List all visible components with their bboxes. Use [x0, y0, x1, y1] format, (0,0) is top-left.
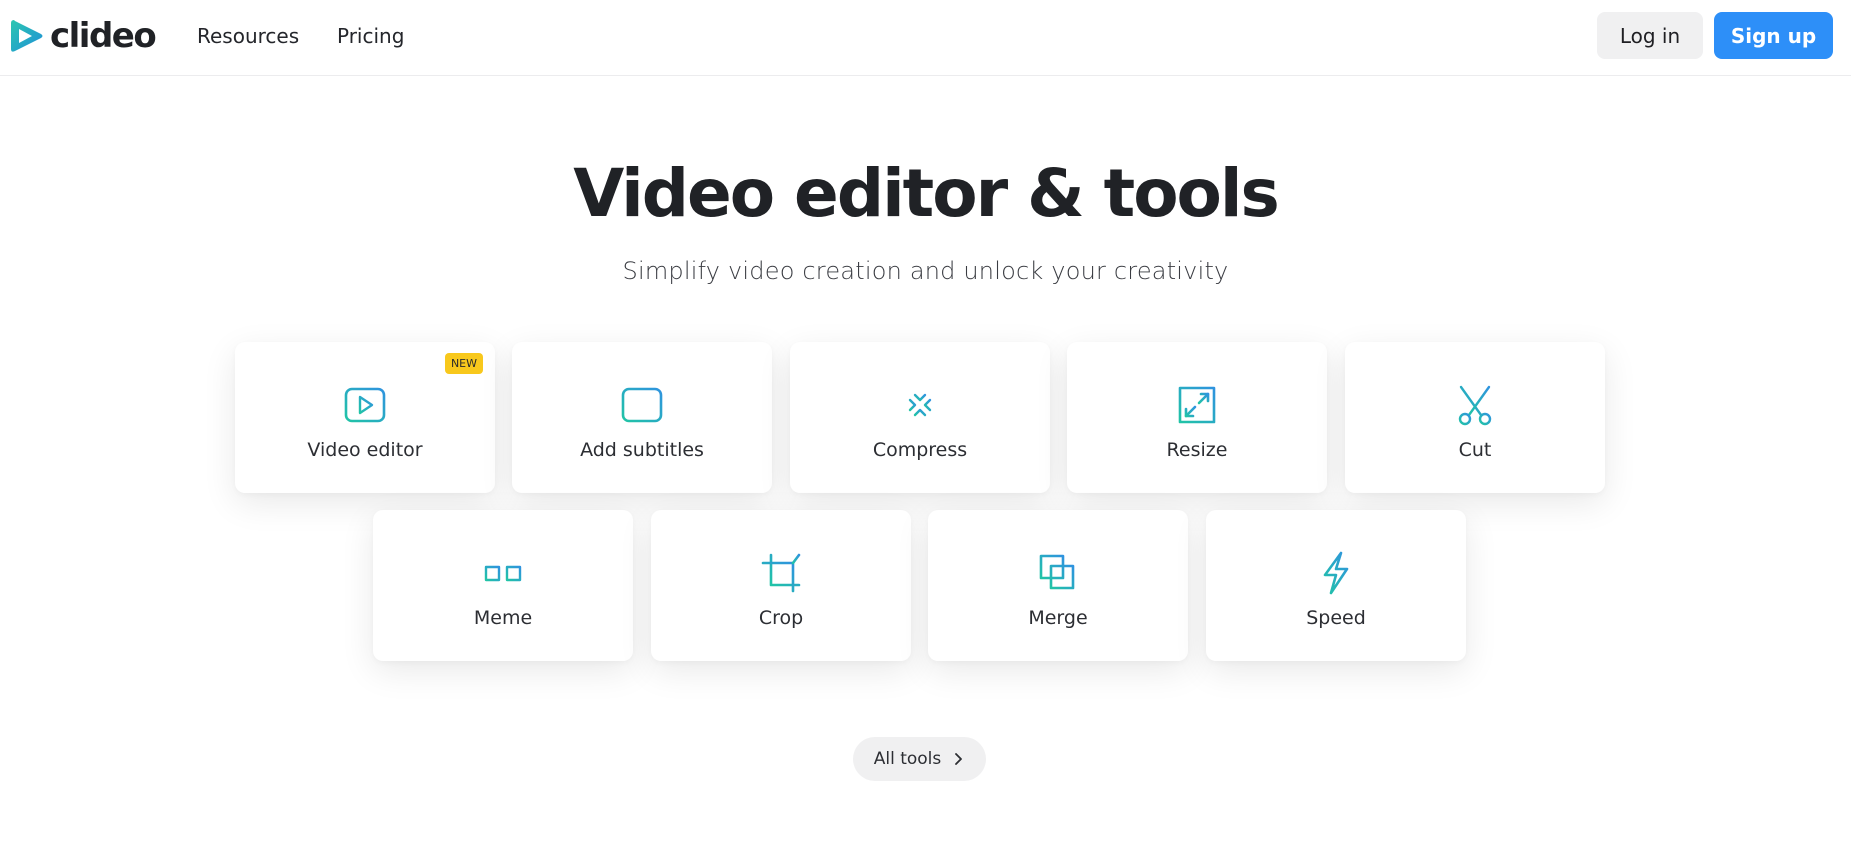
all-tools-button[interactable]: All tools	[853, 737, 986, 781]
play-screen-icon	[344, 387, 386, 423]
tool-label: Merge	[1028, 607, 1088, 629]
tool-label: Meme	[473, 607, 533, 629]
tool-label: Resize	[1166, 439, 1228, 461]
top-navigation-bar: clideo Resources Pricing Log in Sign up	[0, 0, 1851, 76]
tool-card-speed[interactable]: Speed	[1206, 510, 1466, 661]
tool-card-compress[interactable]: Compress	[790, 342, 1050, 493]
page-subtitle: Simplify video creation and unlock your …	[622, 257, 1229, 285]
tool-label: Video editor	[307, 439, 423, 461]
glasses-icon	[480, 565, 526, 582]
tool-label: Cut	[1458, 439, 1492, 461]
lightning-icon	[1323, 551, 1349, 595]
scissors-icon	[1458, 385, 1492, 426]
resize-icon	[1178, 386, 1216, 424]
new-badge: NEW	[444, 353, 483, 374]
tool-card-cut[interactable]: Cut	[1345, 342, 1605, 493]
logo-wordmark: clideo	[50, 16, 157, 56]
login-button[interactable]: Log in	[1597, 12, 1703, 59]
play-logo-icon	[11, 20, 43, 52]
tool-label: Speed	[1306, 607, 1366, 629]
tool-card-video-editor[interactable]: NEW Video editor	[235, 342, 495, 493]
clideo-logo[interactable]: clideo	[8, 16, 157, 56]
crop-icon	[761, 553, 801, 593]
tool-card-resize[interactable]: Resize	[1067, 342, 1327, 493]
tool-label: Crop	[758, 607, 804, 629]
subtitles-icon	[621, 387, 663, 423]
signup-button[interactable]: Sign up	[1714, 12, 1833, 59]
chevron-right-icon	[955, 753, 963, 765]
all-tools-label: All tools	[873, 749, 942, 769]
tool-label: Compress	[872, 439, 968, 461]
tool-card-merge[interactable]: Merge	[928, 510, 1188, 661]
tool-label: Add subtitles	[580, 439, 704, 461]
nav-pricing-link[interactable]: Pricing	[337, 24, 404, 48]
page-title: Video editor & tools	[573, 155, 1280, 232]
merge-squares-icon	[1039, 554, 1075, 590]
tool-card-add-subtitles[interactable]: Add subtitles	[512, 342, 772, 493]
nav-resources-link[interactable]: Resources	[197, 24, 299, 48]
tool-card-meme[interactable]: Meme	[373, 510, 633, 661]
tool-card-crop[interactable]: Crop	[651, 510, 911, 661]
compress-arrows-icon	[898, 383, 942, 427]
